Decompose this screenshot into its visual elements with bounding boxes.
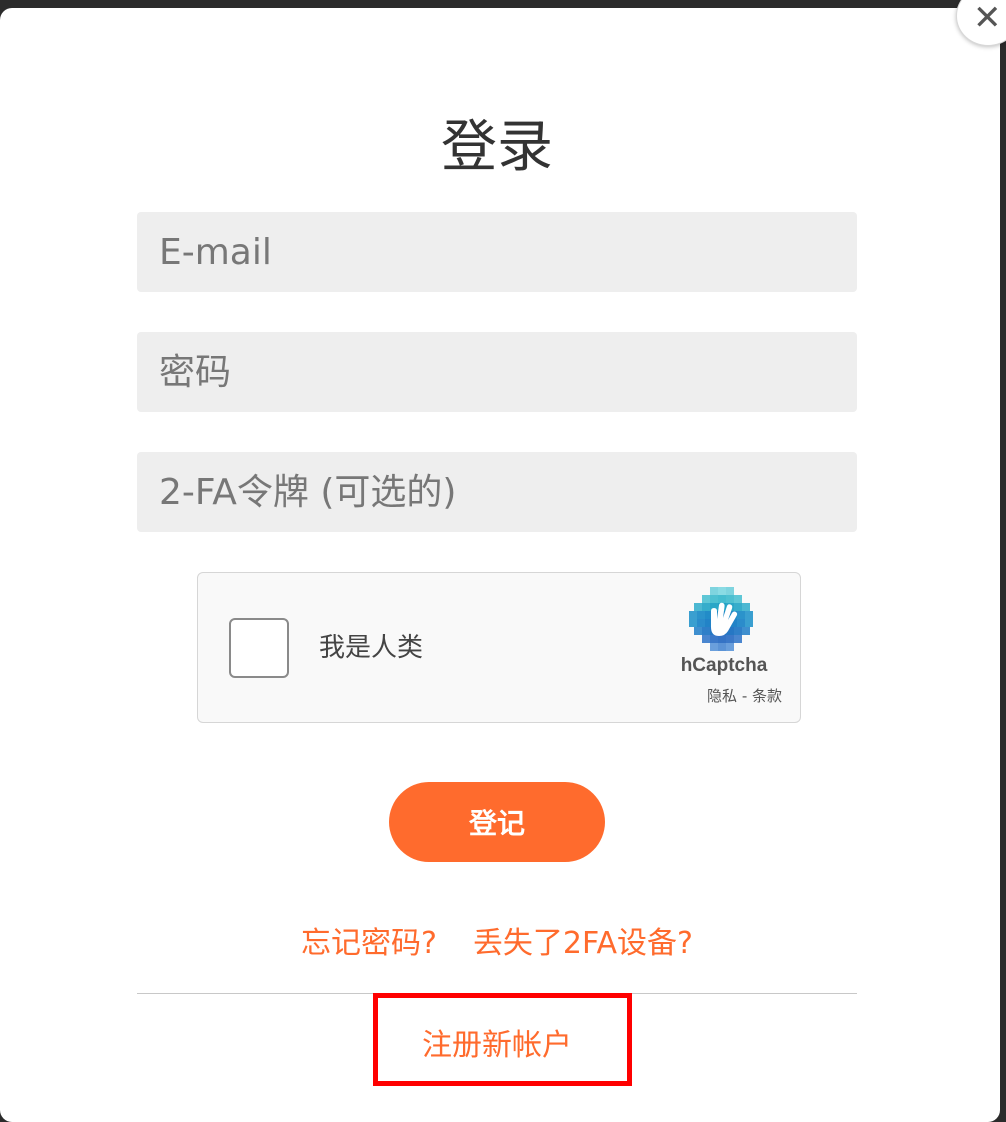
highlight-box: [373, 993, 632, 1086]
forgot-password-link[interactable]: 忘记密码?: [301, 926, 437, 961]
password-field[interactable]: [137, 332, 857, 412]
hcaptcha-privacy-terms-links[interactable]: 隐私 - 条款: [678, 685, 782, 706]
captcha-checkbox[interactable]: [229, 618, 289, 678]
hcaptcha-logo-icon[interactable]: [689, 587, 755, 653]
twofa-token-field[interactable]: [137, 452, 857, 532]
login-submit-button[interactable]: 登记: [389, 782, 605, 862]
captcha-label: 我是人类: [319, 633, 424, 663]
hcaptcha-widget: 我是人类 hCaptcha 隐私 - 条款: [197, 572, 801, 723]
login-modal: 登录 我是人类: [0, 8, 1000, 1122]
lost-2fa-device-link[interactable]: 丢失了2FA设备?: [473, 926, 693, 961]
email-field[interactable]: [137, 212, 857, 292]
hcaptcha-brand: hCaptcha: [680, 655, 768, 676]
page-title: 登录: [441, 114, 553, 180]
help-links: 忘记密码? 丢失了2FA设备?: [0, 924, 994, 964]
close-icon: ✕: [973, 0, 1002, 38]
